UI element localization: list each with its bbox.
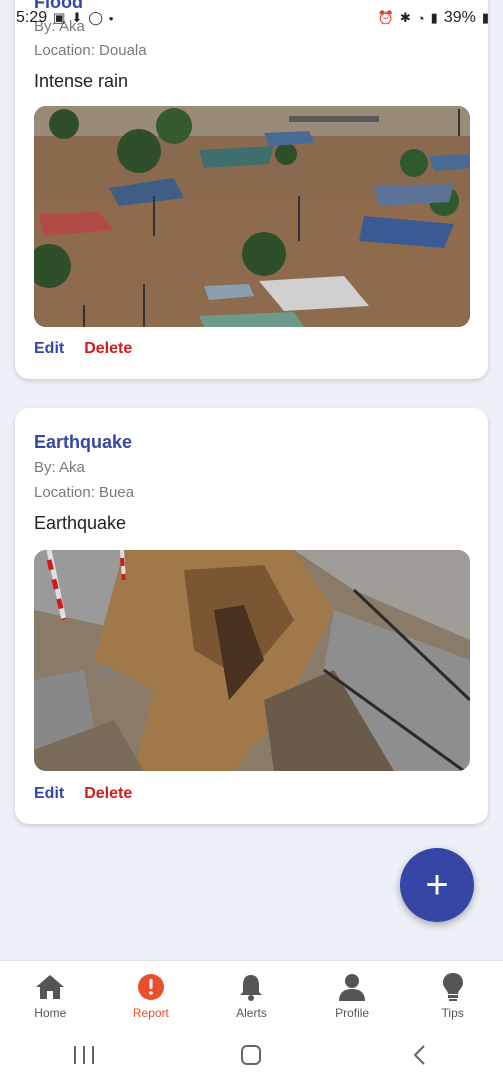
report-description: Earthquake — [34, 513, 127, 533]
nav-report[interactable]: Report — [106, 972, 196, 1020]
report-location: Location: Buea — [34, 484, 135, 501]
bottom-navigation: Home Report Alerts Profile Tips — [0, 960, 503, 1030]
more-notifications-dot-icon: • — [108, 10, 114, 26]
system-navigation-bar — [0, 1030, 503, 1080]
signal-icon: ▮ — [430, 10, 438, 25]
nav-alerts[interactable]: Alerts — [206, 972, 296, 1020]
home-system-button[interactable] — [221, 1035, 281, 1075]
download-notification-icon: ⬇ — [71, 10, 83, 25]
report-alert-icon — [137, 973, 164, 1000]
earthquake-photo — [34, 550, 470, 771]
report-title: Earthquake — [34, 432, 133, 452]
status-bar: 5:29 ▣ ⬇ ◯ • ⏰ ✱ ◔ ▮ 39% ▮ — [0, 0, 503, 36]
back-arrow-icon — [413, 1045, 425, 1065]
recent-apps-button[interactable] — [54, 1035, 114, 1075]
report-description: Intense rain — [34, 71, 129, 91]
home-circle-icon — [241, 1045, 262, 1065]
nav-label: Report — [132, 1005, 169, 1020]
nav-profile[interactable]: Profile — [307, 972, 397, 1020]
status-time: 5:29 — [16, 9, 48, 26]
plus-icon: + — [425, 862, 449, 907]
report-actions: Edit Delete — [34, 340, 132, 358]
nav-label: Profile — [335, 1005, 370, 1020]
back-button[interactable] — [389, 1035, 449, 1075]
report-card: Flood By: Aka Location: Douala Intense r… — [15, 0, 488, 379]
report-location: Location: Douala — [34, 42, 147, 59]
flood-illustration — [34, 106, 470, 327]
nav-home[interactable]: Home — [5, 972, 95, 1020]
bell-icon — [240, 974, 263, 1001]
edit-button[interactable]: Edit — [34, 340, 64, 358]
earthquake-illustration — [34, 550, 470, 771]
report-author: By: Aka — [34, 459, 85, 476]
delete-button[interactable]: Delete — [84, 785, 132, 803]
nav-label: Home — [34, 1005, 67, 1020]
nav-tips[interactable]: Tips — [408, 972, 498, 1020]
report-actions: Edit Delete — [34, 785, 132, 803]
nav-label: Tips — [441, 1005, 464, 1020]
edit-button[interactable]: Edit — [34, 785, 64, 803]
gallery-notification-icon: ▣ — [53, 10, 66, 25]
home-icon — [36, 974, 65, 999]
nav-label: Alerts — [236, 1005, 267, 1020]
report-card: Earthquake By: Aka Location: Buea Earthq… — [15, 408, 488, 824]
lightbulb-icon — [442, 972, 463, 1001]
flood-photo — [34, 106, 470, 327]
alarm-icon: ⏰ — [377, 10, 394, 25]
wifi-icon: ◔ — [416, 10, 425, 26]
battery-icon: ▮ — [481, 10, 489, 25]
add-report-button[interactable]: + — [400, 848, 474, 922]
whatsapp-notification-icon: ◯ — [88, 10, 103, 25]
battery-percent: 39% — [443, 9, 476, 26]
delete-button[interactable]: Delete — [84, 340, 132, 358]
recent-apps-icon — [73, 1046, 94, 1064]
person-icon — [339, 973, 366, 1001]
bluetooth-icon: ✱ — [399, 10, 411, 25]
